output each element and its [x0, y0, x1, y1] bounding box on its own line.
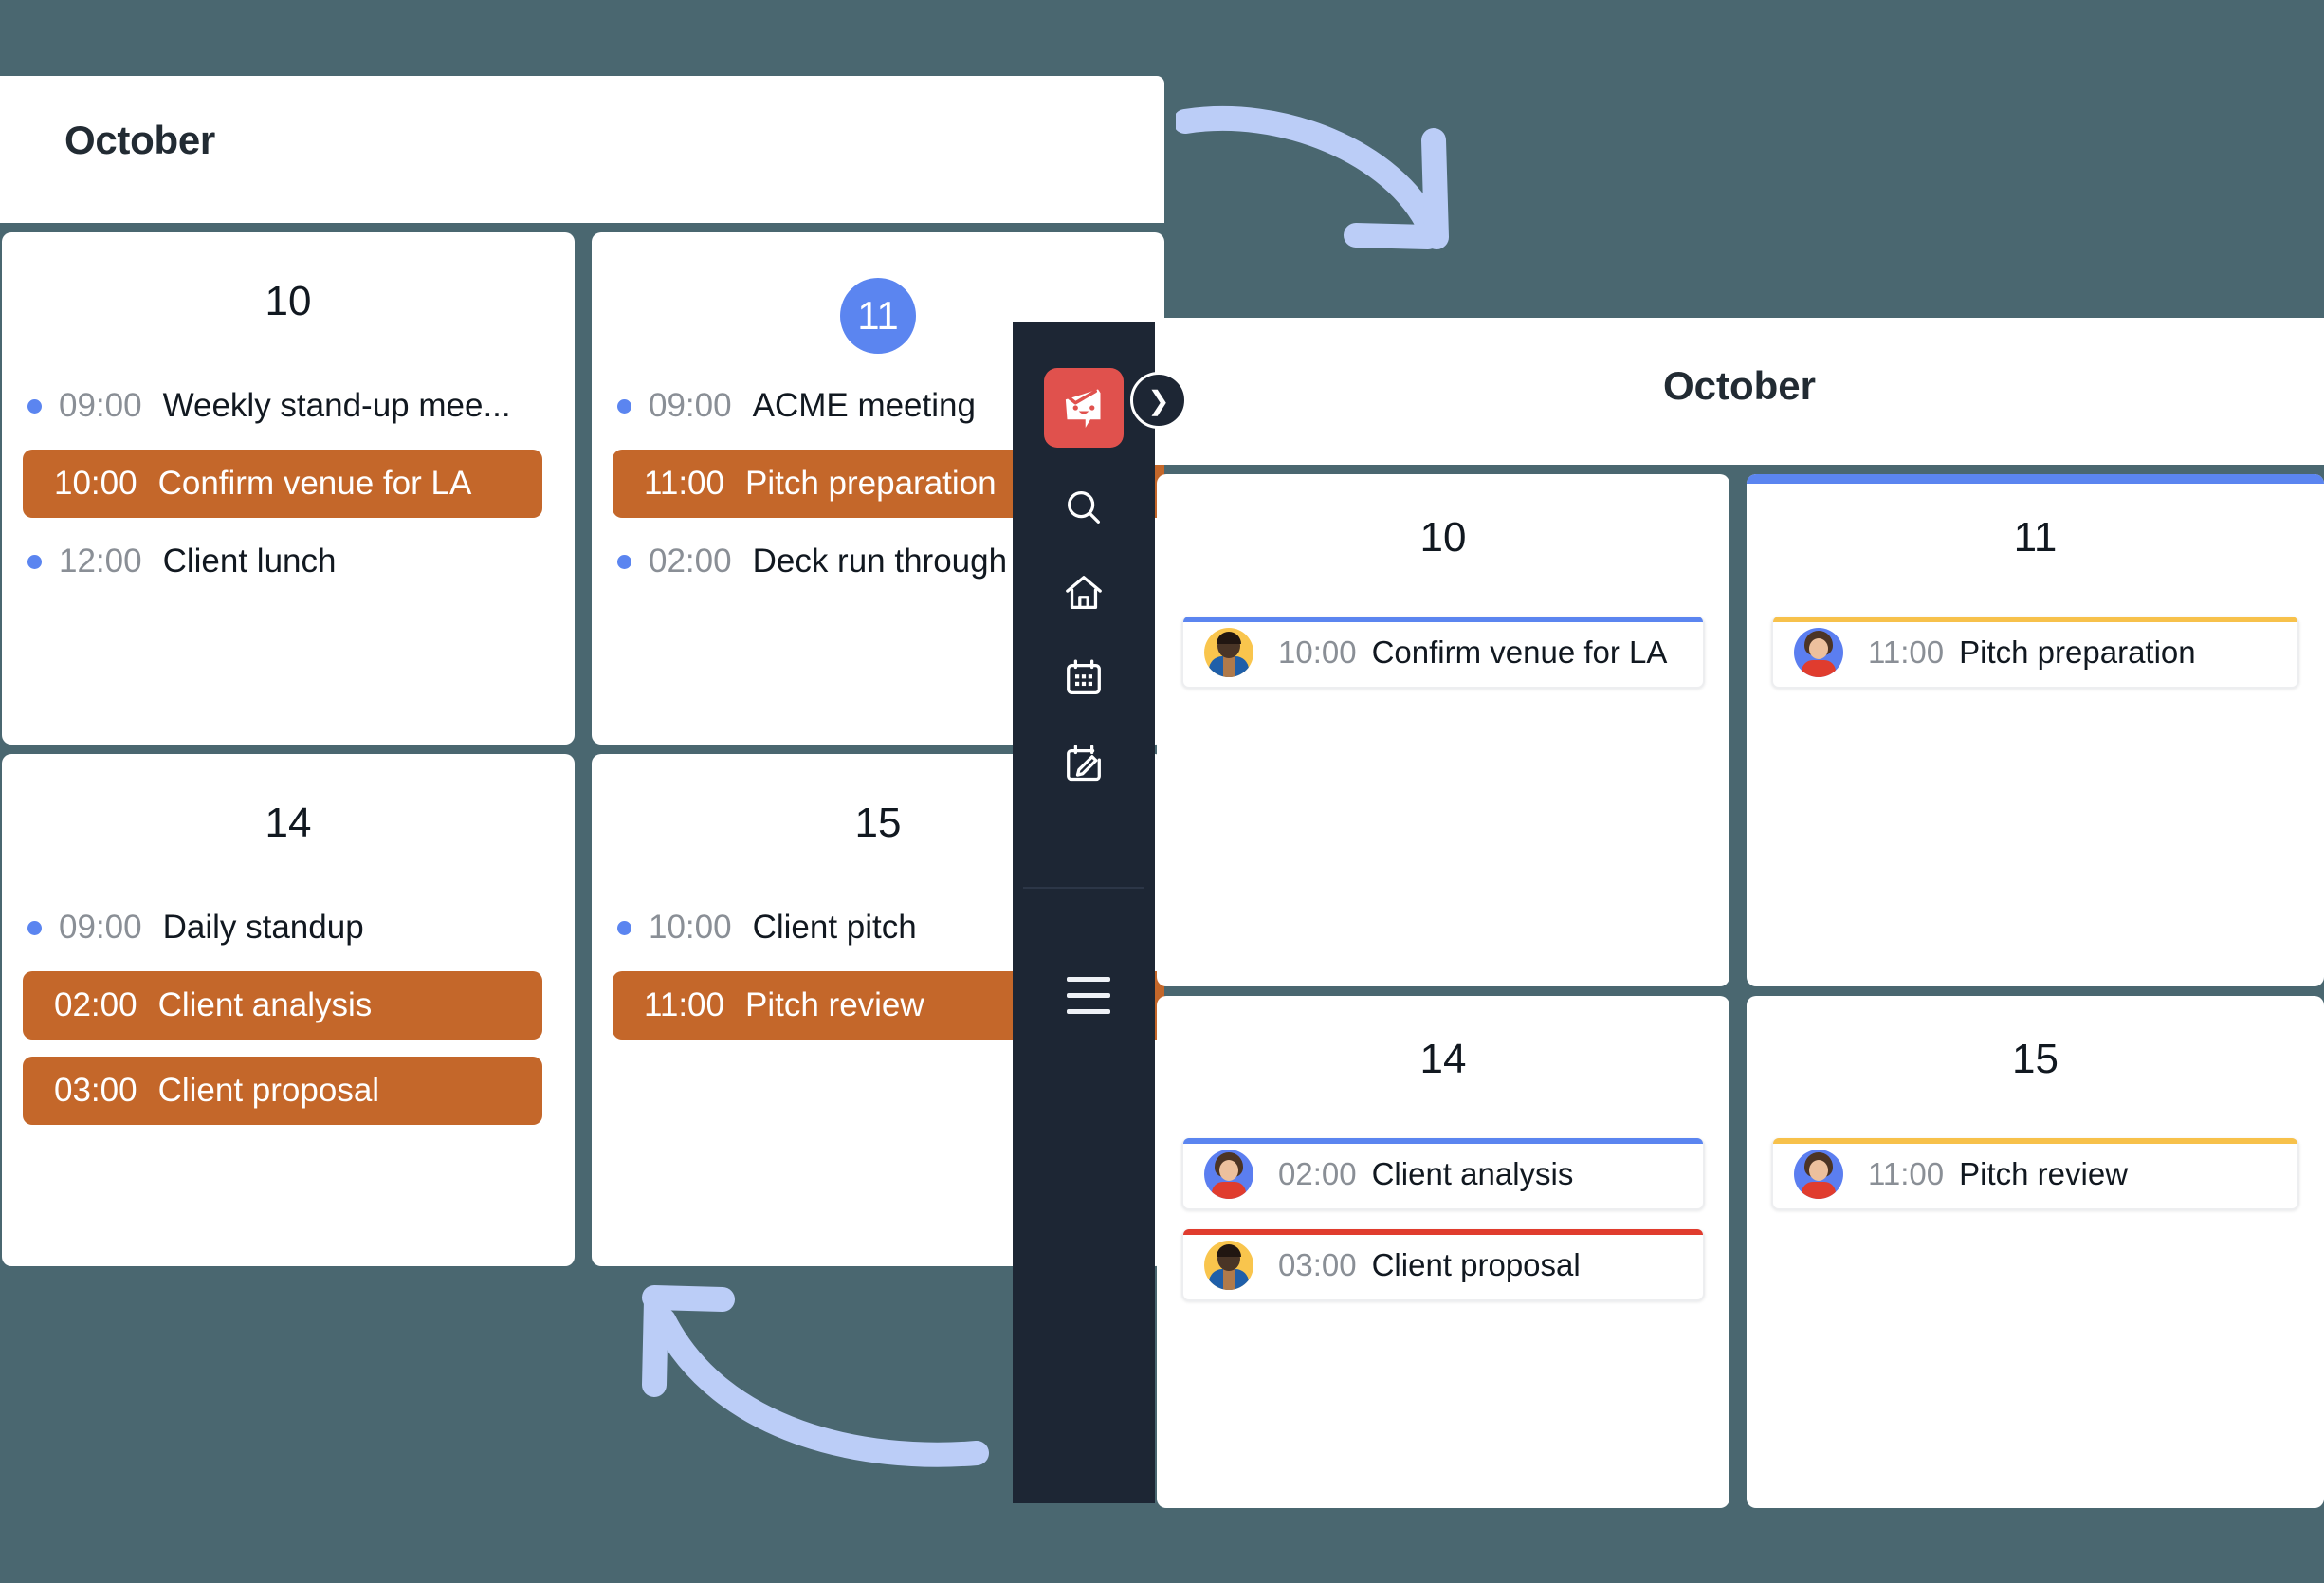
day-10-events: 09:00 Weekly stand-up mee... 10:00 Confi…	[2, 379, 575, 605]
event-time: 09:00	[59, 909, 142, 946]
event-accent-bar	[1183, 617, 1703, 622]
event-name: Client proposal	[1371, 1247, 1581, 1282]
event-name: Pitch preparation	[745, 465, 997, 502]
event-time: 09:00	[59, 387, 142, 424]
event-item[interactable]: 09:00 Daily standup	[2, 901, 575, 954]
event-dot-icon	[617, 920, 631, 935]
event-name: Daily standup	[162, 909, 364, 946]
event-name: Pitch review	[1959, 1156, 2129, 1191]
right-day-14-events: 02:00 Client analysis 03:00 Client propo…	[1157, 1138, 1729, 1320]
event-item-highlighted[interactable]: 03:00 Client proposal	[23, 1057, 542, 1125]
card-accent-bar	[1747, 474, 2324, 484]
event-accent-bar	[1773, 617, 2297, 622]
event-card[interactable]: 10:00 Confirm venue for LA	[1181, 617, 1705, 689]
avatar	[1204, 1150, 1253, 1199]
event-time: 03:00	[54, 1072, 137, 1109]
event-dot-icon	[617, 398, 631, 414]
avatar	[1794, 628, 1843, 677]
event-time: 10:00	[54, 465, 137, 502]
event-time: 11:00	[644, 986, 724, 1023]
left-panel-header: October	[0, 76, 1164, 223]
app-sidebar	[1013, 322, 1155, 1503]
event-name: Client proposal	[157, 1072, 380, 1109]
event-name: Client analysis	[157, 986, 373, 1023]
right-day-card-14[interactable]: 14 02:00 Client analysis 03:00 Client pr…	[1157, 996, 1729, 1508]
curved-arrow-bottom	[642, 1285, 989, 1467]
event-name: Client pitch	[752, 909, 917, 946]
event-time: 11:00	[644, 465, 724, 502]
day-card-14[interactable]: 14 09:00 Daily standup 02:00 Client anal…	[2, 754, 575, 1266]
event-time: 10:00	[1278, 635, 1357, 670]
app-logo-smiley-icon[interactable]	[1044, 368, 1124, 448]
left-month-title: October	[64, 118, 215, 162]
event-name: Confirm venue for LA	[157, 465, 472, 502]
right-panel-header: October	[1155, 318, 2324, 465]
calendar-edit-icon[interactable]	[1013, 735, 1155, 792]
event-time: 02:00	[1278, 1156, 1357, 1191]
avatar	[1204, 1241, 1253, 1290]
day-number-10: 10	[265, 278, 312, 324]
avatar	[1794, 1150, 1843, 1199]
event-name: Client analysis	[1371, 1156, 1574, 1191]
event-card[interactable]: 03:00 Client proposal	[1181, 1229, 1705, 1301]
right-month-title: October	[1662, 363, 1817, 408]
event-name: Pitch review	[745, 986, 924, 1023]
right-day-number-10: 10	[1419, 514, 1467, 561]
event-accent-bar	[1773, 1138, 2297, 1144]
event-time: 12:00	[59, 543, 142, 580]
event-time: 03:00	[1278, 1247, 1357, 1282]
search-icon[interactable]	[1013, 479, 1155, 536]
right-day-number-14: 14	[1419, 1036, 1467, 1082]
event-dot-icon	[27, 554, 42, 569]
event-time: 11:00	[1868, 635, 1945, 670]
right-day-card-15[interactable]: 15 11:00 Pitch review	[1747, 996, 2324, 1508]
event-item[interactable]: 12:00 Client lunch	[2, 535, 575, 588]
screenshot-root: October 10 09:00 Weekly stand-up mee... …	[0, 0, 2324, 1583]
right-day-15-events: 11:00 Pitch review	[1747, 1138, 2324, 1229]
event-card[interactable]: 02:00 Client analysis	[1181, 1138, 1705, 1210]
event-time: 11:00	[1868, 1156, 1945, 1191]
right-calendar-panel: October 10 10:00 Confirm venue for LA 11…	[1155, 318, 2324, 1508]
chevron-right-icon[interactable]: ❯	[1130, 372, 1187, 429]
event-name: Confirm venue for LA	[1371, 635, 1668, 670]
curved-arrow-top	[1176, 105, 1449, 249]
avatar	[1204, 628, 1253, 677]
event-time: 09:00	[649, 387, 732, 424]
calendar-icon[interactable]	[1013, 650, 1155, 707]
event-name: Client lunch	[162, 543, 337, 580]
event-accent-bar	[1183, 1138, 1703, 1144]
event-item[interactable]: 09:00 Weekly stand-up mee...	[2, 379, 575, 433]
event-name: Deck run through	[752, 543, 1008, 580]
right-day-card-10[interactable]: 10 10:00 Confirm venue for LA	[1157, 474, 1729, 986]
event-dot-icon	[27, 398, 42, 414]
event-time: 02:00	[649, 543, 732, 580]
right-day-number-11: 11	[2013, 514, 2058, 561]
home-icon[interactable]	[1013, 564, 1155, 621]
event-accent-bar	[1183, 1229, 1703, 1235]
event-name: ACME meeting	[752, 387, 976, 424]
event-dot-icon	[617, 554, 631, 569]
hamburger-menu-icon[interactable]	[1067, 977, 1110, 1025]
right-day-card-11[interactable]: 11 11:00 Pitch preparation	[1747, 474, 2324, 986]
event-time: 10:00	[649, 909, 732, 946]
event-card[interactable]: 11:00 Pitch review	[1771, 1138, 2299, 1210]
event-time: 02:00	[54, 986, 137, 1023]
event-card[interactable]: 11:00 Pitch preparation	[1771, 617, 2299, 689]
event-dot-icon	[27, 920, 42, 935]
left-calendar-panel: October 10 09:00 Weekly stand-up mee... …	[0, 76, 1166, 1266]
sidebar-divider	[1023, 887, 1144, 889]
day-number-11-selected-badge: 11	[840, 278, 916, 354]
event-name: Pitch preparation	[1959, 635, 2196, 670]
event-name: Weekly stand-up mee...	[162, 387, 511, 424]
day-card-10[interactable]: 10 09:00 Weekly stand-up mee... 10:00 Co…	[2, 232, 575, 745]
right-day-11-events: 11:00 Pitch preparation	[1747, 617, 2324, 708]
right-day-number-15: 15	[2012, 1036, 2059, 1082]
day-14-events: 09:00 Daily standup 02:00 Client analysi…	[2, 901, 575, 1142]
day-number-14: 14	[265, 800, 312, 846]
event-item-highlighted[interactable]: 02:00 Client analysis	[23, 971, 542, 1040]
right-day-10-events: 10:00 Confirm venue for LA	[1157, 617, 1729, 708]
event-item-highlighted[interactable]: 10:00 Confirm venue for LA	[23, 450, 542, 518]
